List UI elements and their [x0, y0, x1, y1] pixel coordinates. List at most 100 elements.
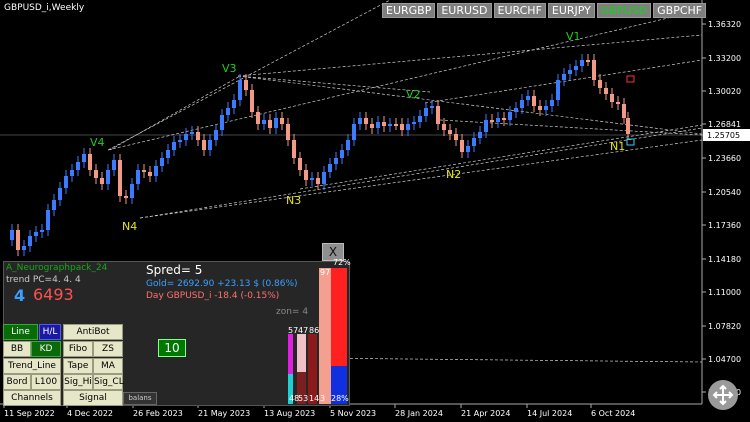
bar-right-top-label: 97	[320, 268, 331, 277]
sell-marker-icon	[626, 75, 635, 83]
candle	[484, 120, 488, 132]
candle	[274, 118, 278, 128]
bar-top-label-1: 57	[288, 326, 299, 335]
candle	[220, 115, 224, 130]
counter-box: 10	[158, 339, 186, 357]
channels-button[interactable]: Channels	[3, 390, 61, 406]
trend-line-button[interactable]: Trend_Line	[3, 358, 61, 374]
candle	[544, 106, 548, 110]
signal-button[interactable]: Signal	[63, 390, 123, 406]
candle	[424, 108, 428, 116]
candle	[310, 178, 314, 180]
candle	[262, 120, 266, 124]
wave-label-n1: N1	[610, 140, 625, 153]
candle	[304, 170, 308, 180]
candle	[34, 232, 38, 236]
candle	[406, 124, 410, 130]
candle	[232, 100, 236, 108]
candle	[340, 150, 344, 158]
candle	[28, 236, 32, 246]
bar-pct-top: 72%	[333, 258, 351, 267]
candle	[568, 70, 572, 74]
candle	[352, 124, 356, 140]
chart-title: GBPUSD_i,Weekly	[4, 3, 85, 13]
candle	[100, 178, 104, 184]
zs-button[interactable]: ZS	[93, 341, 123, 357]
tab-eurjpy[interactable]: EURJPY	[547, 3, 595, 18]
candle	[16, 230, 20, 250]
candle	[472, 138, 476, 146]
hl-button[interactable]: H/L	[39, 324, 61, 340]
candle	[334, 158, 338, 164]
candle	[622, 104, 626, 118]
kd-button[interactable]: KD	[31, 341, 61, 357]
candle	[184, 134, 188, 140]
candle	[46, 210, 50, 230]
bb-button[interactable]: BB	[3, 341, 31, 357]
time-label: 26 Feb 2023	[133, 409, 183, 418]
candle	[394, 124, 398, 126]
antibot-button[interactable]: AntiBot	[63, 324, 123, 340]
candle	[298, 158, 302, 170]
tab-eurgbp[interactable]: EURGBP	[382, 3, 436, 18]
symbol-tabs: EURGBP EURUSD EURCHF EURJPY GBPUSD GBPCHF	[382, 3, 707, 18]
time-label: 21 Apr 2024	[461, 409, 510, 418]
tab-eurusd[interactable]: EURUSD	[437, 3, 492, 18]
wave-label-v4: V4	[90, 136, 105, 149]
sig-hi-button[interactable]: Sig_Hi	[63, 374, 93, 390]
line-button[interactable]: Line	[3, 324, 38, 340]
tab-gbpchf[interactable]: GBPCHF	[653, 3, 707, 18]
spread-text: Spred= 5	[146, 263, 203, 277]
bar-salmon	[319, 268, 331, 404]
price-label: 1.20540	[708, 188, 741, 197]
price-label: 1.14180	[708, 255, 741, 264]
balans-button[interactable]: balans	[123, 392, 157, 405]
candle	[160, 158, 164, 166]
candle	[592, 60, 596, 80]
time-label: 5 Nov 2023	[330, 409, 376, 418]
candle	[626, 118, 630, 134]
candle	[376, 122, 380, 128]
candle	[442, 124, 446, 130]
candle	[526, 96, 530, 100]
candle	[598, 80, 602, 88]
candle	[142, 170, 146, 172]
l100-button[interactable]: L100	[31, 374, 61, 390]
wave-label-v1: V1	[566, 30, 581, 43]
candle	[226, 108, 230, 115]
ma-button[interactable]: MA	[93, 358, 123, 374]
candle	[178, 140, 182, 142]
candle	[256, 112, 260, 124]
candle	[88, 154, 92, 170]
candle	[490, 120, 494, 122]
price-label: 1.07820	[708, 322, 741, 331]
move-scroll-icon[interactable]	[708, 380, 738, 410]
candle	[136, 170, 140, 184]
bar-bottom-label-2: 53	[298, 394, 309, 403]
candle	[94, 170, 98, 178]
candle	[118, 160, 122, 196]
candle	[520, 100, 524, 108]
candle	[208, 140, 212, 150]
candle	[370, 124, 374, 128]
candle	[430, 106, 434, 108]
price-label: 1.26841	[708, 120, 741, 129]
tab-eurchf[interactable]: EURCHF	[493, 3, 546, 18]
price-label: 1.30020	[708, 87, 741, 96]
candle	[202, 140, 206, 150]
day-change-text: Day GBPUSD_i -18.4 (-0.15%)	[146, 291, 280, 301]
fibo-button[interactable]: Fibo	[63, 341, 93, 357]
candle	[22, 246, 26, 250]
gold-text: Gold= 2692.90 +23.13 $ (0.86%)	[146, 279, 298, 289]
bord-button[interactable]: Bord	[3, 374, 31, 390]
candle	[382, 122, 386, 126]
candle	[574, 66, 578, 70]
sig-cl-button[interactable]: Sig_CL	[93, 374, 124, 390]
candle	[130, 184, 134, 198]
candle	[64, 176, 68, 188]
tape-button[interactable]: Tape	[63, 358, 93, 374]
tab-gbpusd[interactable]: GBPUSD	[596, 3, 652, 18]
candle	[190, 132, 194, 134]
candle	[346, 140, 350, 150]
candle	[454, 134, 458, 140]
